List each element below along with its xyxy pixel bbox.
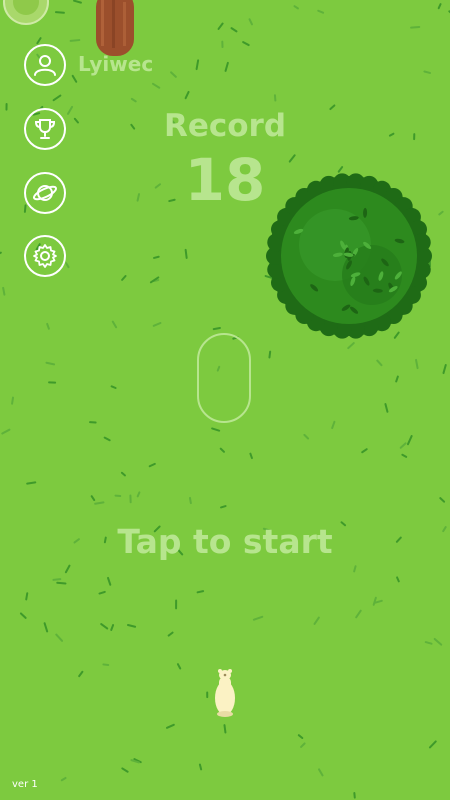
grass-blade bbox=[198, 763, 203, 771]
record-label: Record bbox=[163, 108, 287, 144]
grass-blade bbox=[188, 496, 192, 505]
tap-zone-outline bbox=[197, 333, 251, 423]
profile-icon bbox=[34, 55, 56, 76]
grass-blade bbox=[25, 592, 29, 601]
grass-blade bbox=[54, 11, 65, 14]
log-obstacle bbox=[96, 0, 134, 56]
grass-blade bbox=[184, 248, 188, 259]
grass-blade bbox=[423, 70, 431, 74]
settings-gear-icon bbox=[33, 244, 57, 268]
grass-blade bbox=[212, 326, 221, 331]
grass-blade bbox=[102, 663, 110, 667]
grass-blade bbox=[223, 724, 227, 734]
grass-blade bbox=[94, 501, 105, 505]
settings-button[interactable] bbox=[24, 235, 66, 277]
grass-blade bbox=[56, 581, 67, 585]
grass-blade bbox=[2, 286, 6, 296]
grass-blade bbox=[52, 578, 62, 581]
grass-blade bbox=[353, 565, 357, 573]
grass-blade bbox=[69, 39, 81, 42]
profile-button[interactable] bbox=[24, 44, 66, 86]
grass-blade bbox=[26, 481, 37, 485]
grass-blade bbox=[153, 255, 160, 259]
tap-to-start-prompt[interactable]: Tap to start bbox=[0, 522, 450, 561]
grass-blade bbox=[220, 505, 227, 509]
grass-blade bbox=[196, 590, 205, 594]
record-value: 18 bbox=[184, 146, 266, 214]
version-label: ver 1 bbox=[12, 779, 38, 790]
grass-blade bbox=[410, 25, 421, 29]
grass-blade bbox=[268, 350, 272, 359]
grass-blade bbox=[11, 396, 15, 405]
player-username: Lyiwec bbox=[78, 52, 154, 76]
